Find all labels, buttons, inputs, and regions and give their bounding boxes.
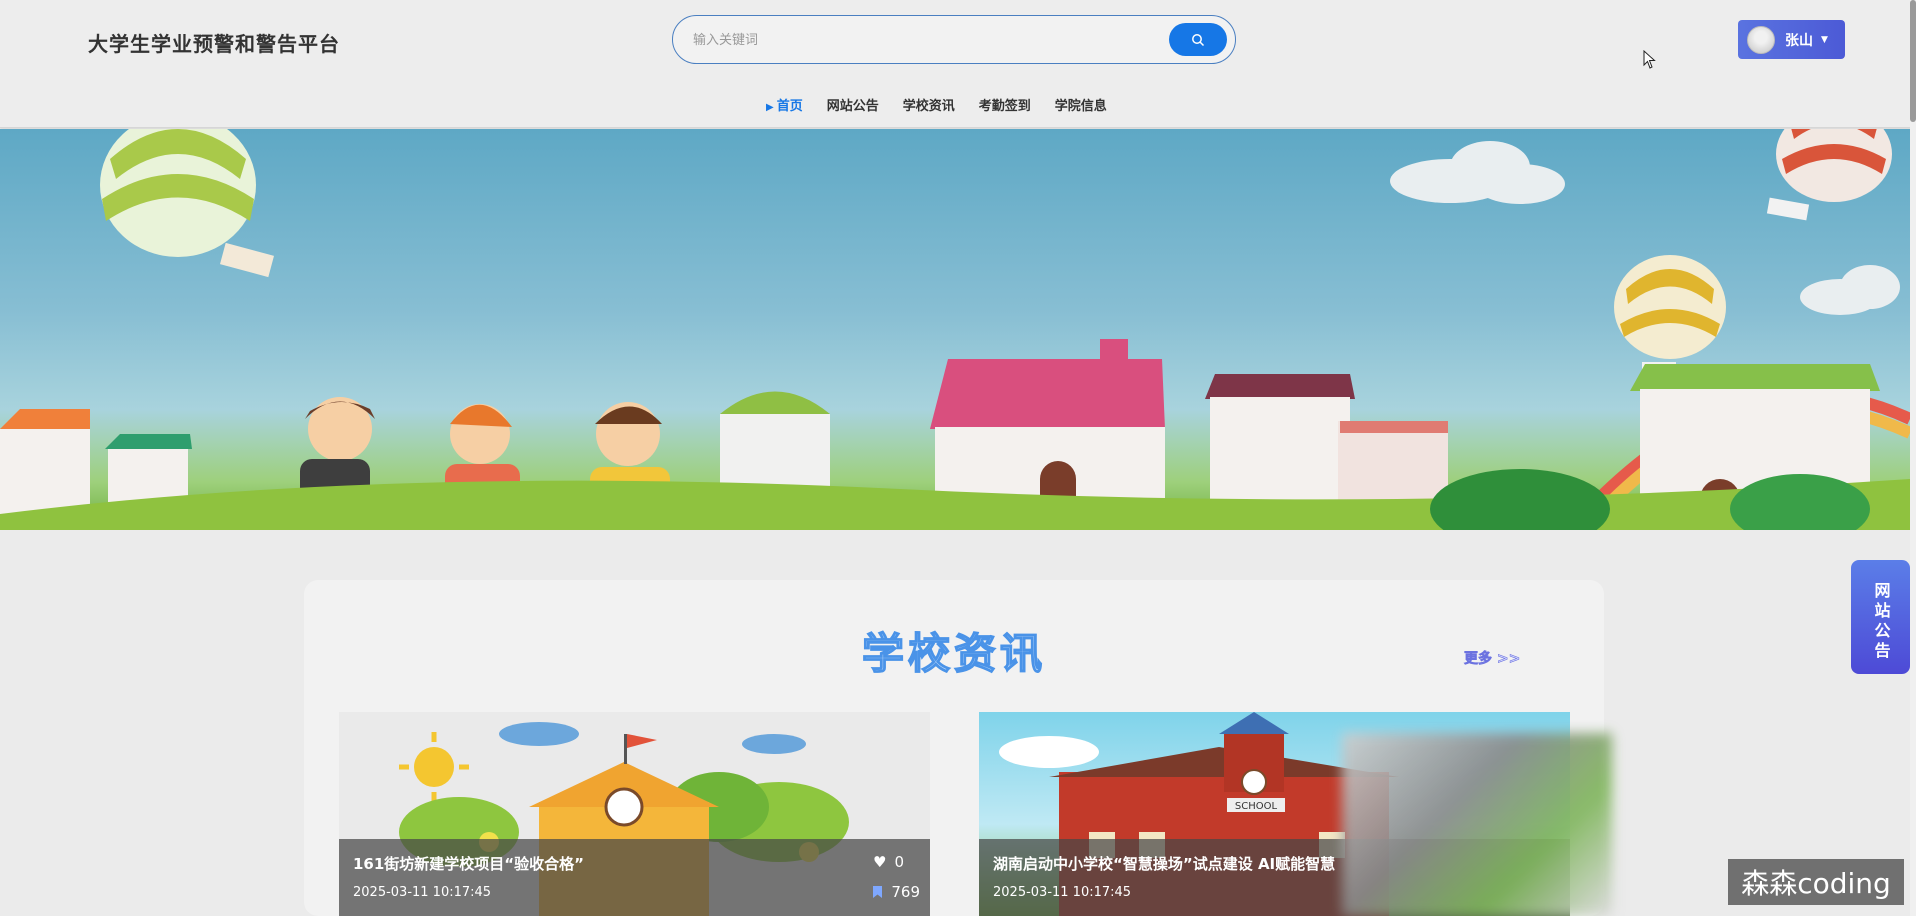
more-link[interactable]: 更多 >> xyxy=(1464,648,1521,668)
news-title: 161街坊新建学校项目“验收合格” xyxy=(353,855,585,873)
blurred-news-card xyxy=(1342,733,1612,916)
scrollbar-thumb[interactable] xyxy=(1910,0,1916,122)
news-card[interactable]: 161街坊新建学校项目“验收合格” 2025-03-11 10:17:45 ♥ … xyxy=(339,712,930,916)
floating-announcement-button[interactable]: 网站公告 xyxy=(1851,560,1910,674)
banner-illustration xyxy=(0,129,1910,530)
view-count: 769 xyxy=(872,883,920,901)
view-count-value: 769 xyxy=(891,883,920,901)
header: 大学生学业预警和警告平台 张山 ▼ 首页 网站公告 学校资讯 考勤签到 学院信息 xyxy=(0,0,1916,128)
banner-carousel[interactable] xyxy=(0,129,1910,530)
search-button[interactable] xyxy=(1169,23,1227,56)
bookmark-icon xyxy=(873,886,883,898)
search-bar xyxy=(672,15,1236,64)
search-input[interactable] xyxy=(693,28,1153,52)
nav-item-home[interactable]: 首页 xyxy=(766,95,803,114)
main-nav: 首页 网站公告 学校资讯 考勤签到 学院信息 xyxy=(766,95,1107,114)
user-menu-button[interactable]: 张山 ▼ xyxy=(1738,20,1845,59)
nav-item-announcements[interactable]: 网站公告 xyxy=(827,95,879,114)
chevron-down-icon: ▼ xyxy=(1821,34,1828,45)
nav-item-college-info[interactable]: 学院信息 xyxy=(1055,95,1107,114)
news-caption: 161街坊新建学校项目“验收合格” 2025-03-11 10:17:45 ♥ … xyxy=(339,839,930,916)
search-icon xyxy=(1192,33,1205,46)
section-title: 学校资讯 xyxy=(861,628,1046,679)
mouse-cursor-icon xyxy=(1643,50,1656,69)
like-count: ♥ 0 xyxy=(873,853,904,871)
news-date: 2025-03-11 10:17:45 xyxy=(353,885,492,900)
nav-item-attendance[interactable]: 考勤签到 xyxy=(979,95,1031,114)
like-count-value: 0 xyxy=(894,853,904,871)
user-name: 张山 xyxy=(1785,32,1813,49)
site-title: 大学生学业预警和警告平台 xyxy=(88,32,340,56)
nav-item-school-news[interactable]: 学校资讯 xyxy=(903,95,955,114)
heart-icon: ♥ xyxy=(873,853,887,871)
watermark: 森森coding xyxy=(1728,859,1904,905)
news-title: 湖南启动中小学校“智慧操场”试点建设 AI赋能智慧 xyxy=(993,855,1336,873)
scrollbar[interactable] xyxy=(1910,0,1916,916)
avatar xyxy=(1747,25,1775,54)
svg-text:SCHOOL: SCHOOL xyxy=(1235,801,1278,812)
news-date: 2025-03-11 10:17:45 xyxy=(993,885,1132,900)
